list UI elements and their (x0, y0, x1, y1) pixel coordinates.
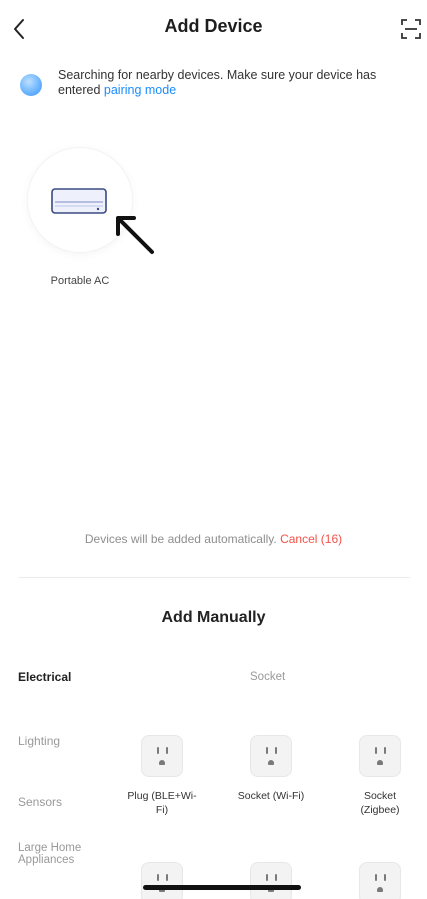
category-electrical[interactable]: Electrical (18, 670, 71, 684)
socket-section-title: Socket (250, 671, 286, 683)
section-divider (18, 577, 410, 578)
header-bar: Add Device (0, 0, 427, 58)
page-title: Add Device (164, 16, 263, 36)
pairing-mode-link[interactable]: pairing mode (104, 83, 176, 97)
category-lighting[interactable]: Lighting (18, 734, 60, 748)
product-socket-zigbee[interactable]: Socket (Zigbee) (345, 735, 415, 817)
category-large-home-appliances[interactable]: Large Home Appliances (18, 842, 98, 866)
scan-button[interactable] (400, 18, 422, 40)
category-sensors[interactable]: Sensors (18, 795, 62, 809)
product-name: Socket (Wi-Fi) (237, 790, 305, 802)
auto-add-notice: Devices will be added automatically. Can… (0, 532, 427, 546)
scan-icon (401, 19, 421, 39)
product-name: Plug (BLE+Wi-Fi) (127, 790, 197, 816)
found-device-name: Portable AC (50, 275, 110, 287)
product-socket-row2-2[interactable] (236, 862, 306, 899)
plug-icon (250, 862, 292, 899)
searching-message: Searching for nearby devices. Make sure … (58, 68, 418, 98)
product-socket-wifi[interactable]: Socket (Wi-Fi) (236, 735, 306, 803)
auto-add-message: Devices will be added automatically. (84, 532, 277, 546)
product-socket-row2-1[interactable] (127, 862, 197, 899)
pointer-arrow-icon (116, 216, 154, 254)
home-indicator[interactable] (143, 885, 301, 890)
plug-icon (359, 735, 401, 777)
add-manually-title: Add Manually (161, 609, 266, 626)
product-socket-row2-3[interactable] (345, 862, 415, 899)
product-plug-ble-wifi[interactable]: Plug (BLE+Wi-Fi) (127, 735, 197, 817)
plug-icon (141, 735, 183, 777)
searching-indicator-icon (20, 74, 42, 96)
plug-icon (141, 862, 183, 899)
portable-ac-icon (51, 188, 107, 214)
plug-icon (359, 862, 401, 899)
product-name: Socket (Zigbee) (360, 790, 400, 816)
cancel-button[interactable]: Cancel (16) (280, 532, 342, 546)
plug-icon (250, 735, 292, 777)
